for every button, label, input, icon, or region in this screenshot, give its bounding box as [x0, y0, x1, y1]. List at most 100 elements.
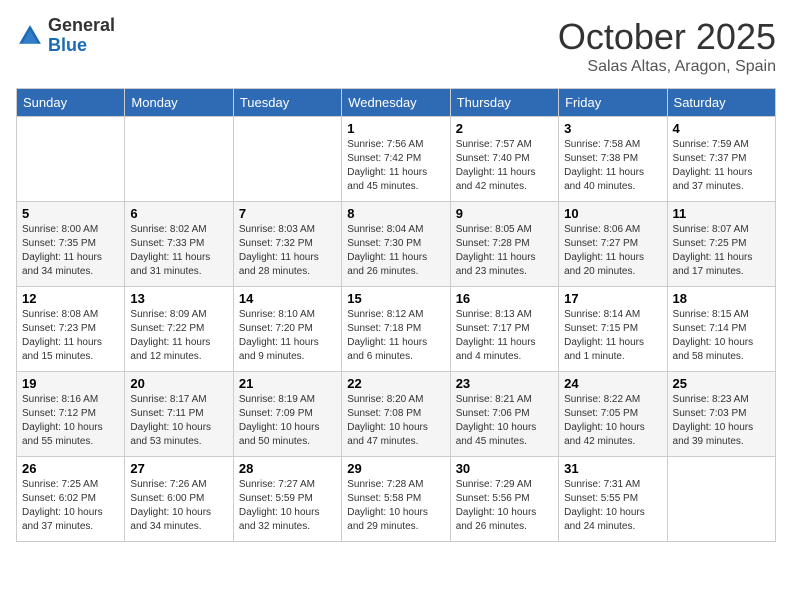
day-number: 20 — [130, 376, 227, 391]
weekday-header-wednesday: Wednesday — [342, 89, 450, 117]
logo-blue-text: Blue — [48, 36, 115, 56]
month-title: October 2025 — [558, 16, 776, 58]
day-number: 31 — [564, 461, 661, 476]
calendar-day-16: 16Sunrise: 8:13 AMSunset: 7:17 PMDayligh… — [450, 287, 558, 372]
day-info: Sunrise: 7:59 AMSunset: 7:37 PMDaylight:… — [673, 138, 770, 194]
calendar-day-26: 26 Sunrise: 7:25 AMSunset: 6:02 PMDayligh… — [17, 457, 125, 542]
day-number: 24 — [564, 376, 661, 391]
calendar-week-row: 12Sunrise: 8:08 AMSunset: 7:23 PMDayligh… — [17, 287, 776, 372]
calendar-day-9: 9 Sunrise: 8:05 AMSunset: 7:28 PMDaylight… — [450, 202, 558, 287]
calendar-day-17: 17Sunrise: 8:14 AMSunset: 7:15 PMDayligh… — [559, 287, 667, 372]
day-number: 27 — [130, 461, 227, 476]
day-number: 3 — [564, 121, 661, 136]
day-number: 26 — [22, 461, 119, 476]
logo-general-text: General — [48, 16, 115, 36]
day-info: Sunrise: 7:25 AMSunset: 6:02 PMDaylight:… — [22, 478, 119, 534]
day-info: Sunrise: 8:21 AMSunset: 7:06 PMDaylight:… — [456, 393, 553, 449]
day-number: 10 — [564, 206, 661, 221]
day-info: Sunrise: 8:03 AMSunset: 7:32 PMDaylight:… — [239, 223, 336, 279]
day-number: 28 — [239, 461, 336, 476]
calendar-day-21: 21Sunrise: 8:19 AMSunset: 7:09 PMDayligh… — [233, 372, 341, 457]
calendar-day-6: 6 Sunrise: 8:02 AMSunset: 7:33 PMDaylight… — [125, 202, 233, 287]
calendar-day-29: 29 Sunrise: 7:28 AMSunset: 5:58 PMDayligh… — [342, 457, 450, 542]
day-info: Sunrise: 7:28 AMSunset: 5:58 PMDaylight:… — [347, 478, 444, 534]
calendar-day-10: 10 Sunrise: 8:06 AMSunset: 7:27 PMDayligh… — [559, 202, 667, 287]
day-info: Sunrise: 7:29 AMSunset: 5:56 PMDaylight:… — [456, 478, 553, 534]
calendar-day-14: 14 Sunrise: 8:10 AMSunset: 7:20 PMDayligh… — [233, 287, 341, 372]
day-info: Sunrise: 8:09 AMSunset: 7:22 PMDaylight:… — [130, 308, 227, 364]
location-text: Salas Altas, Aragon, Spain — [558, 58, 776, 76]
day-info: Sunrise: 8:05 AMSunset: 7:28 PMDaylight:… — [456, 223, 553, 279]
weekday-header-thursday: Thursday — [450, 89, 558, 117]
day-number: 15 — [347, 291, 444, 306]
day-number: 8 — [347, 206, 444, 221]
day-info: Sunrise: 7:27 AMSunset: 5:59 PMDaylight:… — [239, 478, 336, 534]
calendar-day-27: 27Sunrise: 7:26 AMSunset: 6:00 PMDayligh… — [125, 457, 233, 542]
calendar-day-20: 20 Sunrise: 8:17 AMSunset: 7:11 PMDayligh… — [125, 372, 233, 457]
day-info: Sunrise: 8:22 AMSunset: 7:05 PMDaylight:… — [564, 393, 661, 449]
day-number: 29 — [347, 461, 444, 476]
day-number: 2 — [456, 121, 553, 136]
day-info: Sunrise: 8:19 AMSunset: 7:09 PMDaylight:… — [239, 393, 336, 449]
calendar-day-13: 13Sunrise: 8:09 AMSunset: 7:22 PMDayligh… — [125, 287, 233, 372]
logo: General Blue — [16, 16, 115, 56]
day-info: Sunrise: 8:06 AMSunset: 7:27 PMDaylight:… — [564, 223, 661, 279]
day-number: 16 — [456, 291, 553, 306]
calendar-day-15: 15 Sunrise: 8:12 AMSunset: 7:18 PMDayligh… — [342, 287, 450, 372]
day-number: 23 — [456, 376, 553, 391]
day-info: Sunrise: 7:57 AMSunset: 7:40 PMDaylight:… — [456, 138, 553, 194]
calendar-table: SundayMondayTuesdayWednesdayThursdayFrid… — [16, 88, 776, 542]
day-info: Sunrise: 8:23 AMSunset: 7:03 PMDaylight:… — [673, 393, 770, 449]
day-info: Sunrise: 8:10 AMSunset: 7:20 PMDaylight:… — [239, 308, 336, 364]
day-number: 18 — [673, 291, 770, 306]
day-number: 14 — [239, 291, 336, 306]
calendar-day-1: 1 Sunrise: 7:56 AMSunset: 7:42 PMDaylight… — [342, 117, 450, 202]
calendar-week-row: 19 Sunrise: 8:16 AMSunset: 7:12 PMDayligh… — [17, 372, 776, 457]
logo-icon — [16, 22, 44, 50]
calendar-day-18: 18Sunrise: 8:15 AMSunset: 7:14 PMDayligh… — [667, 287, 775, 372]
calendar-day-11: 11Sunrise: 8:07 AMSunset: 7:25 PMDayligh… — [667, 202, 775, 287]
calendar-empty-cell — [233, 117, 341, 202]
calendar-empty-cell — [667, 457, 775, 542]
calendar-day-12: 12Sunrise: 8:08 AMSunset: 7:23 PMDayligh… — [17, 287, 125, 372]
calendar-day-23: 23 Sunrise: 8:21 AMSunset: 7:06 PMDayligh… — [450, 372, 558, 457]
day-info: Sunrise: 8:17 AMSunset: 7:11 PMDaylight:… — [130, 393, 227, 449]
day-number: 1 — [347, 121, 444, 136]
calendar-day-3: 3Sunrise: 7:58 AMSunset: 7:38 PMDaylight… — [559, 117, 667, 202]
day-number: 5 — [22, 206, 119, 221]
day-info: Sunrise: 8:14 AMSunset: 7:15 PMDaylight:… — [564, 308, 661, 364]
calendar-day-22: 22Sunrise: 8:20 AMSunset: 7:08 PMDayligh… — [342, 372, 450, 457]
day-number: 6 — [130, 206, 227, 221]
day-info: Sunrise: 8:07 AMSunset: 7:25 PMDaylight:… — [673, 223, 770, 279]
day-info: Sunrise: 8:12 AMSunset: 7:18 PMDaylight:… — [347, 308, 444, 364]
calendar-day-4: 4Sunrise: 7:59 AMSunset: 7:37 PMDaylight… — [667, 117, 775, 202]
calendar-day-5: 5 Sunrise: 8:00 AMSunset: 7:35 PMDaylight… — [17, 202, 125, 287]
calendar-empty-cell — [125, 117, 233, 202]
weekday-header-row: SundayMondayTuesdayWednesdayThursdayFrid… — [17, 89, 776, 117]
day-number: 7 — [239, 206, 336, 221]
day-number: 12 — [22, 291, 119, 306]
day-info: Sunrise: 8:04 AMSunset: 7:30 PMDaylight:… — [347, 223, 444, 279]
calendar-week-row: 5 Sunrise: 8:00 AMSunset: 7:35 PMDaylight… — [17, 202, 776, 287]
calendar-day-25: 25 Sunrise: 8:23 AMSunset: 7:03 PMDayligh… — [667, 372, 775, 457]
day-number: 25 — [673, 376, 770, 391]
weekday-header-sunday: Sunday — [17, 89, 125, 117]
day-number: 19 — [22, 376, 119, 391]
page-header: General Blue October 2025 Salas Altas, A… — [16, 16, 776, 76]
calendar-day-19: 19 Sunrise: 8:16 AMSunset: 7:12 PMDayligh… — [17, 372, 125, 457]
calendar-day-7: 7 Sunrise: 8:03 AMSunset: 7:32 PMDaylight… — [233, 202, 341, 287]
calendar-day-24: 24 Sunrise: 8:22 AMSunset: 7:05 PMDayligh… — [559, 372, 667, 457]
day-number: 9 — [456, 206, 553, 221]
weekday-header-tuesday: Tuesday — [233, 89, 341, 117]
calendar-day-2: 2 Sunrise: 7:57 AMSunset: 7:40 PMDaylight… — [450, 117, 558, 202]
calendar-empty-cell — [17, 117, 125, 202]
day-info: Sunrise: 7:31 AMSunset: 5:55 PMDaylight:… — [564, 478, 661, 534]
calendar-day-30: 30 Sunrise: 7:29 AMSunset: 5:56 PMDayligh… — [450, 457, 558, 542]
day-info: Sunrise: 8:16 AMSunset: 7:12 PMDaylight:… — [22, 393, 119, 449]
day-info: Sunrise: 8:02 AMSunset: 7:33 PMDaylight:… — [130, 223, 227, 279]
calendar-week-row: 26 Sunrise: 7:25 AMSunset: 6:02 PMDayligh… — [17, 457, 776, 542]
calendar-day-8: 8 Sunrise: 8:04 AMSunset: 7:30 PMDaylight… — [342, 202, 450, 287]
day-info: Sunrise: 8:00 AMSunset: 7:35 PMDaylight:… — [22, 223, 119, 279]
day-info: Sunrise: 7:56 AMSunset: 7:42 PMDaylight:… — [347, 138, 444, 194]
day-number: 30 — [456, 461, 553, 476]
